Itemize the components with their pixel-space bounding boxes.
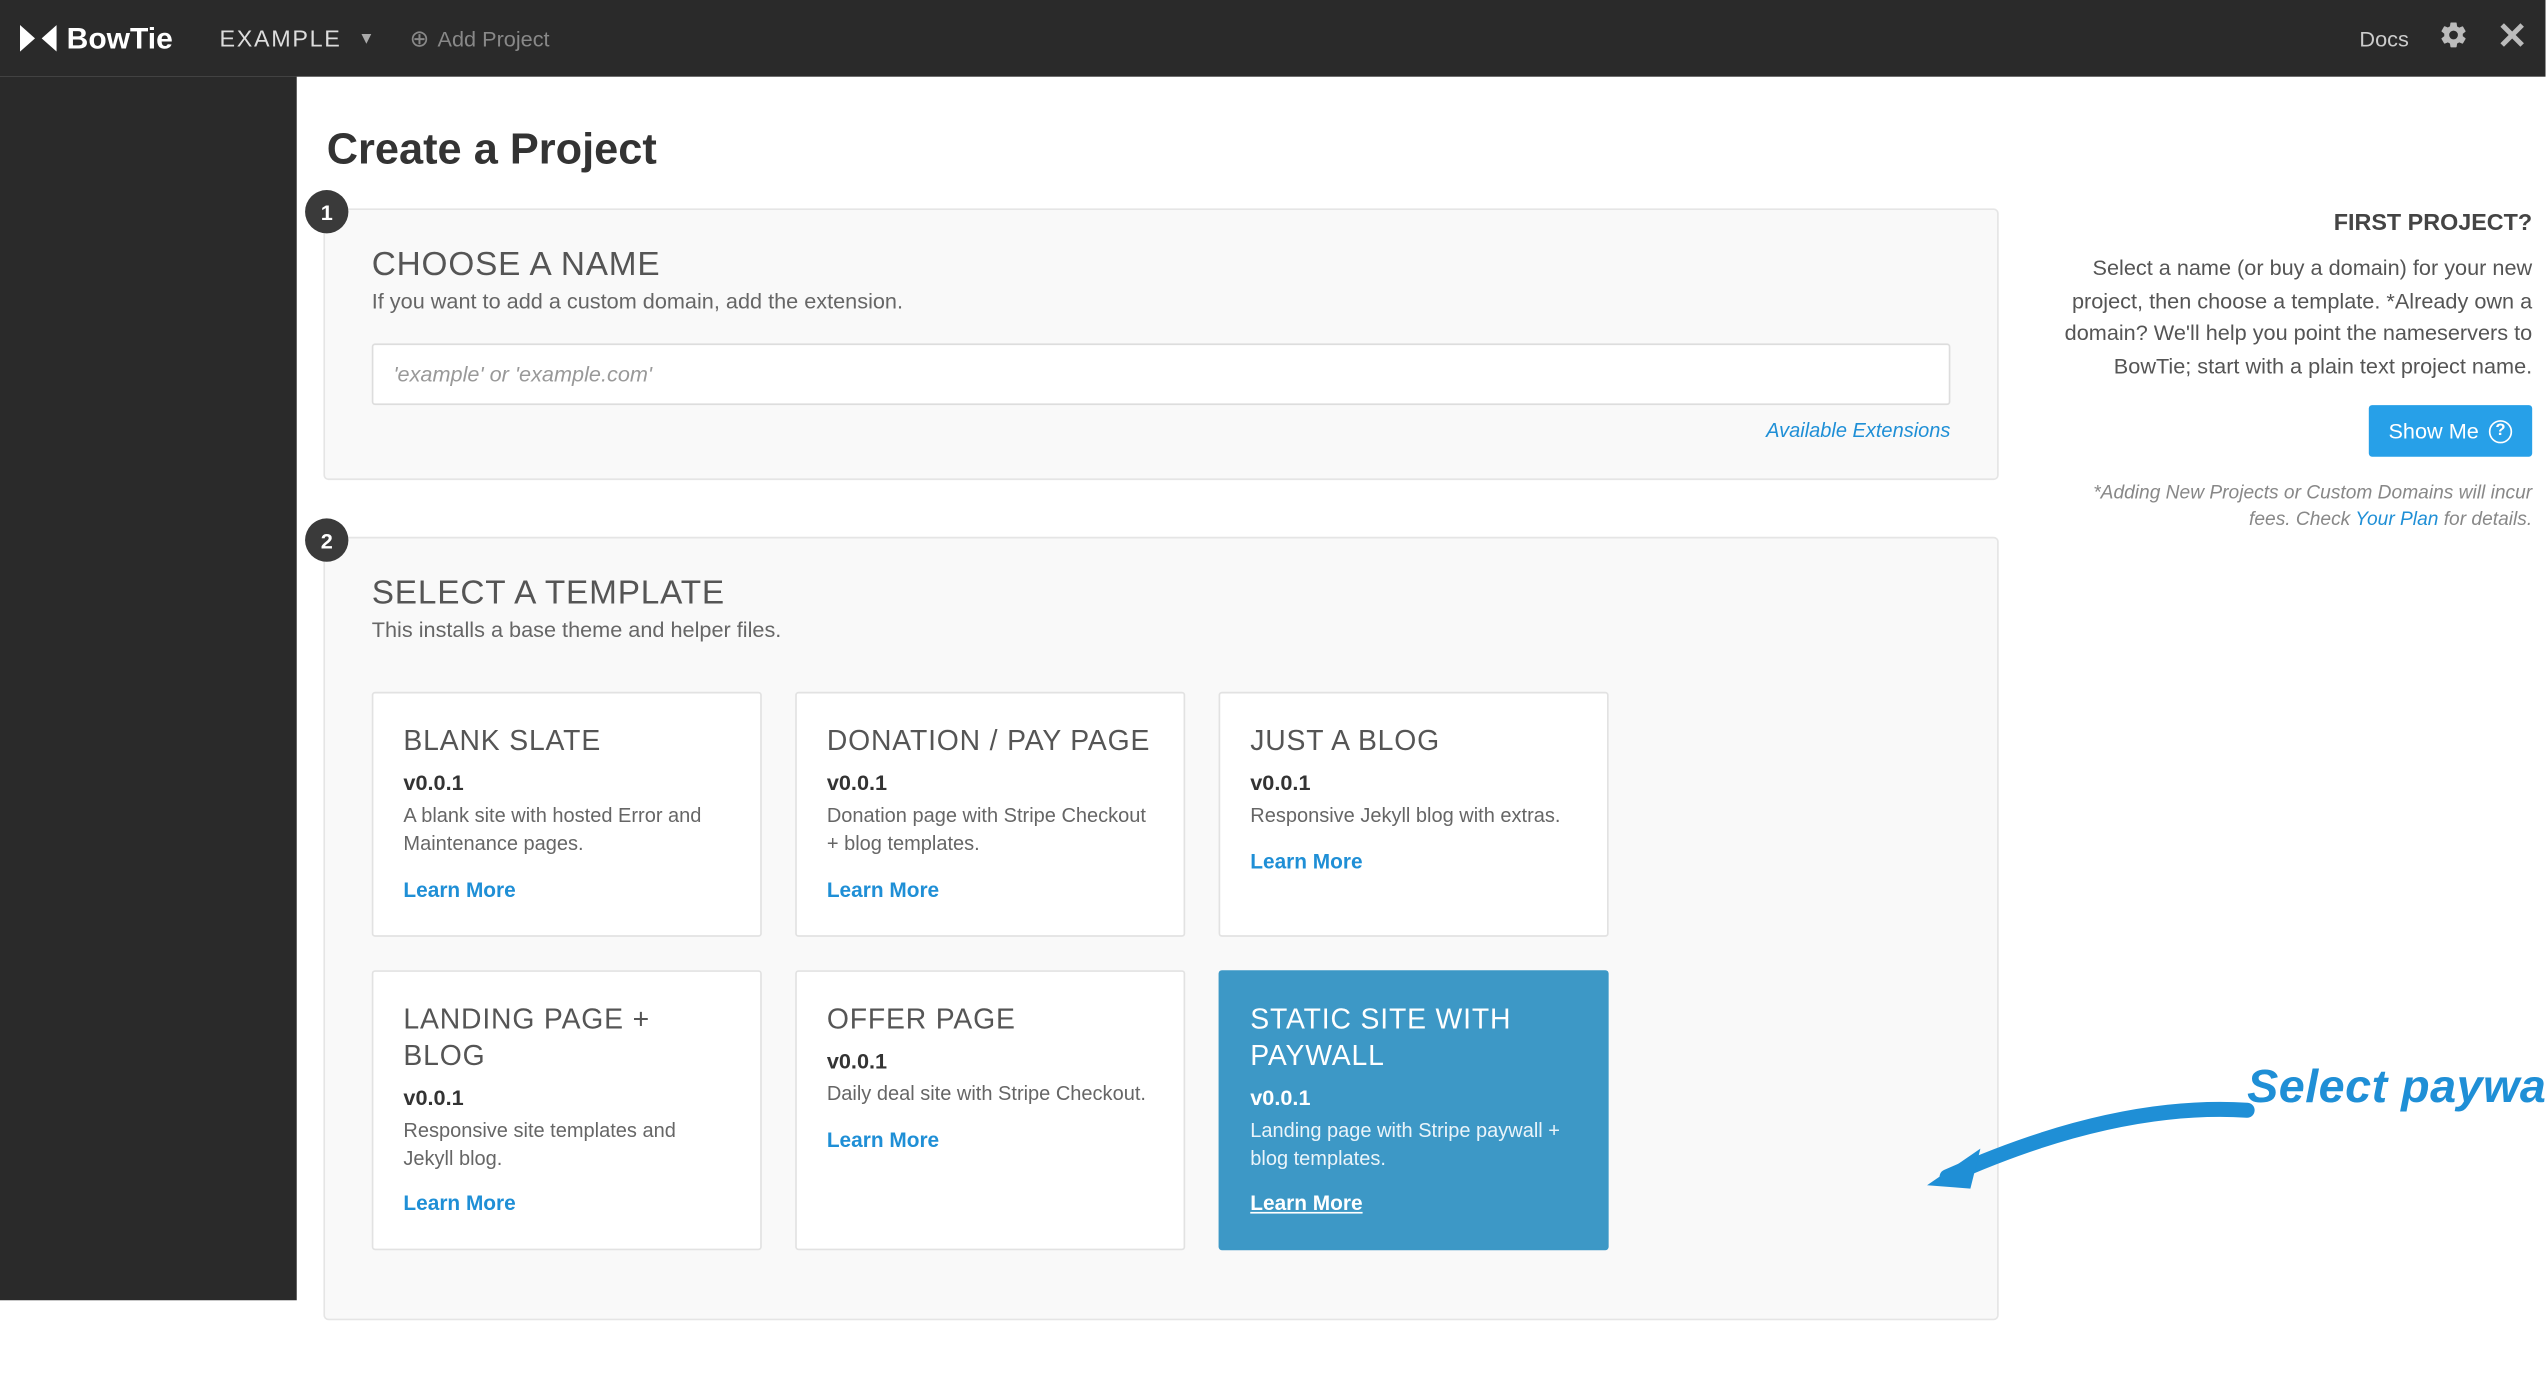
template-card[interactable]: JUST A BLOG v0.0.1 Responsive Jekyll blog …: [1219, 692, 1609, 937]
template-card[interactable]: OFFER PAGE v0.0.1 Daily deal site with Str…: [795, 970, 1185, 1251]
learn-more-link[interactable]: Learn More: [1250, 1193, 1577, 1216]
show-me-label: Show Me: [2388, 418, 2478, 443]
template-title: LANDING PAGE + BLOG: [403, 1001, 730, 1075]
help-title: FIRST PROJECT?: [2062, 208, 2532, 235]
template-card[interactable]: DONATION / PAY PAGE v0.0.1 Donation page w…: [795, 692, 1185, 937]
template-version: v0.0.1: [827, 1048, 1154, 1073]
brand-logo[interactable]: BowTie: [20, 21, 173, 56]
template-card[interactable]: BLANK SLATE v0.0.1 A blank site with hoste…: [372, 692, 762, 937]
step-2-panel: 2 SELECT A TEMPLATE This installs a base…: [323, 537, 1998, 1320]
step-badge-1: 1: [305, 190, 348, 233]
help-body: Select a name (or buy a domain) for your…: [2062, 252, 2532, 382]
template-version: v0.0.1: [403, 1085, 730, 1110]
template-title: DONATION / PAY PAGE: [827, 723, 1154, 760]
step-1-panel: 1 CHOOSE A NAME If you want to add a cus…: [323, 208, 1998, 480]
add-project-label: Add Project: [438, 26, 550, 51]
template-title: STATIC SITE WITH PAYWALL: [1250, 1001, 1577, 1075]
template-card[interactable]: STATIC SITE WITH PAYWALL v0.0.1 Landing pa…: [1219, 970, 1609, 1251]
page-title: Create a Project: [327, 123, 2532, 175]
project-label: EXAMPLE: [220, 25, 342, 52]
your-plan-link[interactable]: Your Plan: [2355, 510, 2438, 530]
template-description: A blank site with hosted Error and Maint…: [403, 802, 730, 858]
template-version: v0.0.1: [1250, 1085, 1577, 1110]
help-circle-icon: ?: [2489, 419, 2512, 442]
template-title: OFFER PAGE: [827, 1001, 1154, 1038]
help-sidebar: FIRST PROJECT? Select a name (or buy a d…: [2062, 208, 2532, 1377]
template-card[interactable]: LANDING PAGE + BLOG v0.0.1 Responsive site…: [372, 970, 762, 1251]
step-badge-2: 2: [305, 518, 348, 561]
annotation-text: Select paywall template: [2247, 1060, 2546, 1113]
plus-circle-icon: ⊕: [410, 24, 430, 52]
add-project-button[interactable]: ⊕ Add Project: [410, 24, 550, 52]
template-description: Donation page with Stripe Checkout + blo…: [827, 802, 1154, 858]
show-me-button[interactable]: Show Me ?: [2368, 405, 2532, 457]
step-1-title: CHOOSE A NAME: [372, 247, 1951, 285]
learn-more-link[interactable]: Learn More: [1250, 850, 1577, 873]
brand-text: BowTie: [67, 21, 173, 56]
template-version: v0.0.1: [1250, 770, 1577, 795]
template-description: Responsive Jekyll blog with extras.: [1250, 802, 1577, 830]
topbar: BowTie EXAMPLE ▼ ⊕ Add Project Docs: [0, 0, 2546, 77]
template-version: v0.0.1: [827, 770, 1154, 795]
project-name-input[interactable]: [372, 343, 1951, 405]
left-rail: [0, 77, 297, 1301]
help-footnote: *Adding New Projects or Custom Domains w…: [2062, 457, 2532, 534]
template-version: v0.0.1: [403, 770, 730, 795]
docs-link[interactable]: Docs: [2359, 26, 2408, 51]
gear-icon[interactable]: [2439, 19, 2469, 57]
step-2-subtitle: This installs a base theme and helper fi…: [372, 617, 1951, 642]
template-description: Responsive site templates and Jekyll blo…: [403, 1117, 730, 1173]
template-title: JUST A BLOG: [1250, 723, 1577, 760]
template-title: BLANK SLATE: [403, 723, 730, 760]
learn-more-link[interactable]: Learn More: [403, 878, 730, 901]
available-extensions-link[interactable]: Available Extensions: [1766, 418, 1950, 441]
step-1-subtitle: If you want to add a custom domain, add …: [372, 288, 1951, 313]
template-description: Landing page with Stripe paywall + blog …: [1250, 1117, 1577, 1173]
step-2-title: SELECT A TEMPLATE: [372, 575, 1951, 613]
project-dropdown[interactable]: EXAMPLE ▼: [220, 25, 377, 52]
learn-more-link[interactable]: Learn More: [827, 1128, 1154, 1151]
close-icon[interactable]: [2499, 21, 2526, 56]
learn-more-link[interactable]: Learn More: [827, 878, 1154, 901]
learn-more-link[interactable]: Learn More: [403, 1193, 730, 1216]
template-description: Daily deal site with Stripe Checkout.: [827, 1080, 1154, 1108]
bowtie-icon: [20, 25, 57, 52]
chevron-down-icon: ▼: [358, 29, 376, 47]
